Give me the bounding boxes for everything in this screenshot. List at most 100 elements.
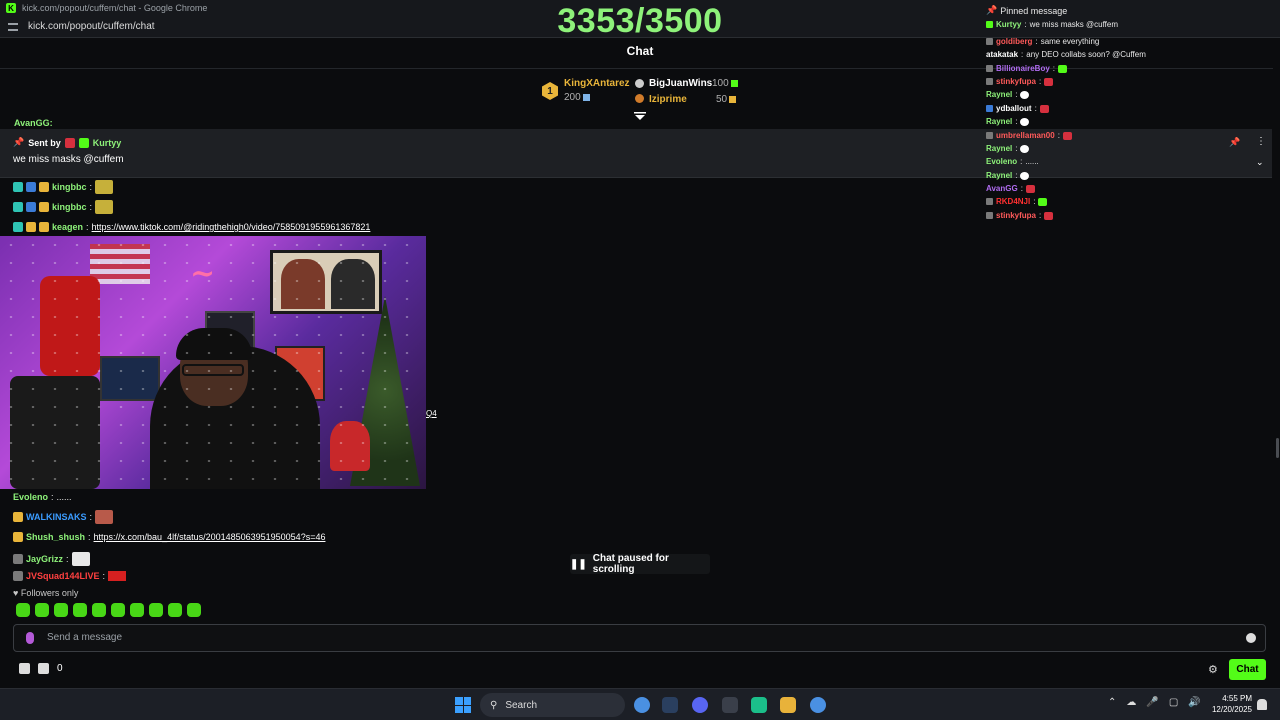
steam-icon[interactable] (662, 697, 678, 713)
quick-emote-bar (16, 603, 201, 617)
chat-paused-button[interactable]: ❚❚ Chat paused for scrolling (570, 553, 710, 575)
leaderboard-third-name[interactable]: Iziprime (649, 94, 687, 105)
message-link[interactable]: https://www.tiktok.com/@ridingthehigh0/v… (92, 222, 371, 232)
emote-image (95, 200, 114, 214)
badge-icon (986, 212, 993, 219)
emote-image (95, 510, 114, 524)
rank-two-badge-icon (635, 79, 644, 88)
heart-icon: ♥ (13, 588, 19, 598)
emote-button[interactable] (187, 603, 201, 617)
emote-image (1044, 77, 1054, 86)
message-link[interactable]: https://x.com/bau_4lf/status/20014850639… (94, 532, 326, 542)
mic-icon[interactable] (26, 632, 34, 644)
gifter-leaderboard: 1 KingXAntarez 200 BigJuanWins 100 Izipr… (542, 76, 752, 108)
overlay-line: stinkyfupa: (986, 211, 1054, 220)
gift-icon (582, 93, 590, 101)
emote-button[interactable] (111, 603, 125, 617)
gift-badge-icon (39, 222, 49, 232)
pin-icon: 📌 (986, 5, 998, 15)
chat-username[interactable]: JayGrizz (26, 554, 63, 564)
taskbar-clock[interactable]: 4:55 PM 12/20/2025 (1204, 693, 1252, 715)
chat-message: JayGrizz: (13, 552, 90, 566)
chat-username[interactable]: JVSquad144LIVE (26, 571, 100, 581)
channel-points-icon[interactable] (19, 663, 30, 674)
chat-username[interactable]: WALKINSAKS (26, 512, 87, 522)
chat-footer-left: 0 (19, 663, 63, 674)
emote-button[interactable] (130, 603, 144, 617)
rank-one-badge-icon: 1 (542, 82, 558, 100)
volume-icon[interactable]: 🔊 (1188, 697, 1200, 708)
chat-username[interactable]: Evoleno (13, 492, 48, 502)
badge-icon (986, 198, 993, 205)
og-badge-icon (13, 222, 23, 232)
badge-icon (986, 105, 993, 112)
sent-by-label: Sent by (28, 137, 61, 148)
mic-icon[interactable]: 🎤 (1146, 697, 1158, 708)
paused-label: Chat paused for scrolling (592, 553, 669, 575)
more-options-icon[interactable]: ⋮ (1256, 136, 1266, 147)
collapse-leaderboard-icon[interactable] (634, 112, 646, 120)
sub-badge-icon (26, 202, 36, 212)
gift-icon (730, 79, 738, 87)
og-badge-icon (13, 182, 23, 192)
emote-image (1062, 131, 1072, 140)
points-count: 0 (57, 663, 63, 674)
pin-icon[interactable]: 📌 (1229, 137, 1240, 148)
taskbar-search[interactable]: ⚲ Search (480, 693, 625, 717)
gifter-badge-icon (986, 21, 993, 28)
emote-button[interactable] (35, 603, 49, 617)
scrollbar-thumb[interactable] (1276, 438, 1279, 458)
partial-chat-line: AvanGG: (14, 118, 53, 128)
message-input[interactable]: Send a message (13, 624, 1266, 652)
emote-image (95, 180, 114, 194)
gift-badge-icon (39, 182, 49, 192)
chrome-icon[interactable] (634, 697, 650, 713)
chrome-icon[interactable] (810, 697, 826, 713)
emote-image (1058, 64, 1068, 73)
chevron-down-icon[interactable]: ⌄ (1256, 157, 1264, 168)
link-fragment[interactable]: Q4 (426, 409, 437, 418)
chat-username[interactable]: Shush_shush (26, 532, 85, 542)
app-icon[interactable] (722, 697, 738, 713)
emote-button[interactable] (168, 603, 182, 617)
emote-image (1044, 211, 1054, 220)
chat-send-button[interactable]: Chat (1229, 659, 1266, 680)
chat-username[interactable]: keagen (52, 222, 83, 232)
badge-icon (986, 132, 993, 139)
notification-bell-icon[interactable] (1257, 699, 1267, 710)
sub-badge-icon (13, 571, 23, 581)
emote-button[interactable] (54, 603, 68, 617)
file-explorer-icon[interactable] (780, 697, 796, 713)
cloud-icon[interactable]: ☁ (1126, 697, 1136, 708)
pinned-sender: 📌 Sent by Kurtyy (13, 137, 121, 148)
scrollbar-track[interactable] (1273, 40, 1280, 680)
windows-start-icon[interactable] (455, 697, 471, 713)
leaderboard-first-name[interactable]: KingXAntarez (564, 78, 630, 89)
emote-button[interactable] (73, 603, 87, 617)
leaderboard-first-value: 200 (564, 92, 590, 103)
emote-image (1020, 117, 1030, 126)
chat-username[interactable]: kingbbc (52, 182, 87, 192)
fairy-lights (0, 236, 426, 489)
system-tray: ⌃ ☁ 🎤 ▢ 🔊 (1108, 697, 1201, 708)
overlay-line: Raynel: (986, 117, 1030, 126)
overlay-line: Raynel: (986, 144, 1030, 153)
chevron-up-icon[interactable]: ⌃ (1108, 697, 1116, 708)
network-icon[interactable]: ▢ (1169, 697, 1178, 708)
app-icon[interactable] (751, 697, 767, 713)
message-placeholder: Send a message (47, 632, 123, 643)
overlay-line: umbrellaman00: (986, 131, 1072, 140)
emote-button[interactable] (16, 603, 30, 617)
video-embed-preview[interactable]: ~ (0, 236, 426, 489)
leaderboard-second-name[interactable]: BigJuanWins (649, 78, 712, 89)
overlay-line: ydballout: (986, 104, 1049, 113)
discord-icon[interactable] (692, 697, 708, 713)
emoji-picker-icon[interactable] (1246, 633, 1256, 643)
gear-icon[interactable]: ⚙ (1208, 663, 1218, 676)
chat-message: Shush_shush: https://x.com/bau_4lf/statu… (13, 532, 325, 542)
pinned-username[interactable]: Kurtyy (93, 138, 122, 148)
gift-icon[interactable] (38, 663, 49, 674)
emote-button[interactable] (149, 603, 163, 617)
emote-button[interactable] (92, 603, 106, 617)
chat-username[interactable]: kingbbc (52, 202, 87, 212)
